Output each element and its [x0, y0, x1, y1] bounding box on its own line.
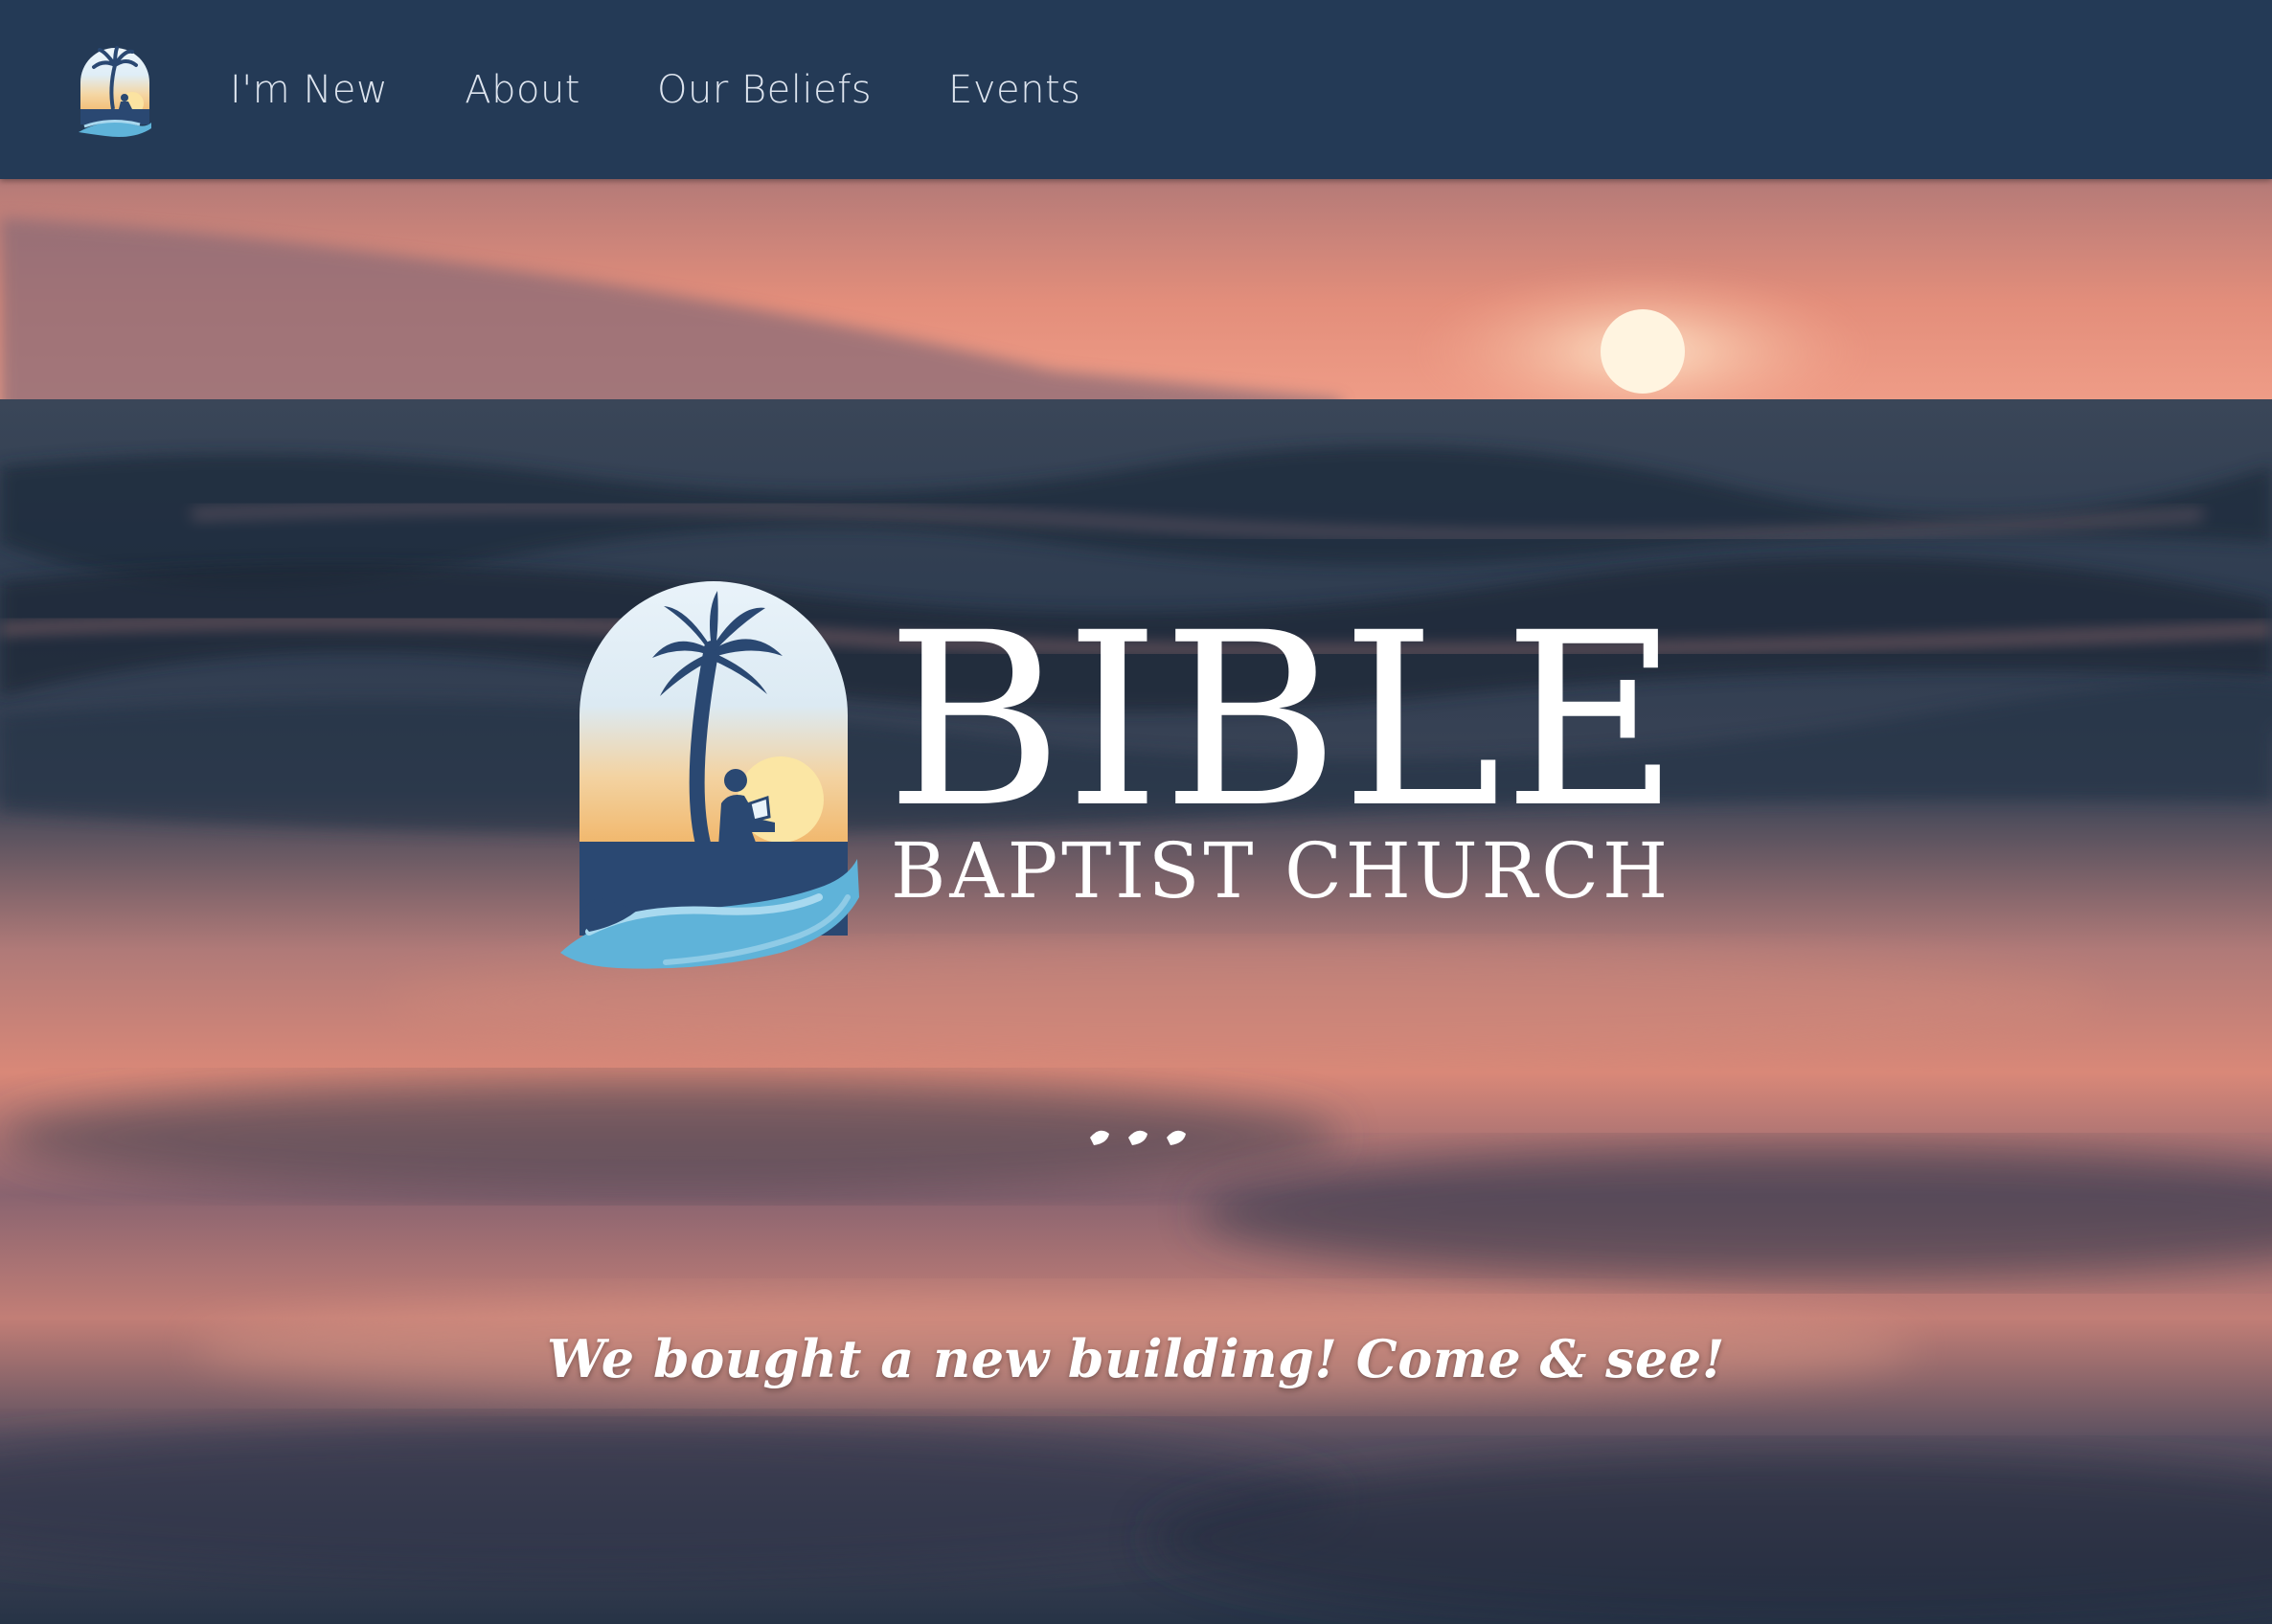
- main-nav: I'm New About Our Beliefs Events: [230, 0, 1157, 179]
- nav-link-about[interactable]: About: [465, 68, 580, 112]
- brand-logo-svg: BIBLE BAPTIST CHURCH: [560, 581, 1681, 969]
- church-logo-icon[interactable]: [77, 40, 153, 140]
- brand-logo: BIBLE BAPTIST CHURCH: [560, 581, 1710, 974]
- nav-link-im-new[interactable]: I'm New: [230, 68, 388, 112]
- ellipsis-svg: [1090, 1130, 1186, 1145]
- brand-subtitle: BAPTIST CHURCH: [891, 826, 1671, 915]
- church-logo-svg: [79, 46, 151, 137]
- nav-link-events[interactable]: Events: [948, 68, 1080, 112]
- ellipsis-icon[interactable]: [1080, 1120, 1195, 1159]
- brand-title: BIBLE: [886, 581, 1681, 860]
- hero-tagline: We bought a new building! Come & see!: [547, 1328, 1725, 1389]
- page: I'm New About Our Beliefs Events BIBLE B…: [0, 0, 2272, 1624]
- top-navbar: I'm New About Our Beliefs Events: [0, 0, 2272, 179]
- nav-link-our-beliefs[interactable]: Our Beliefs: [657, 68, 872, 112]
- palm-reader-emblem: [560, 581, 859, 969]
- hero-section: BIBLE BAPTIST CHURCH We bought a new bui…: [0, 179, 2272, 1624]
